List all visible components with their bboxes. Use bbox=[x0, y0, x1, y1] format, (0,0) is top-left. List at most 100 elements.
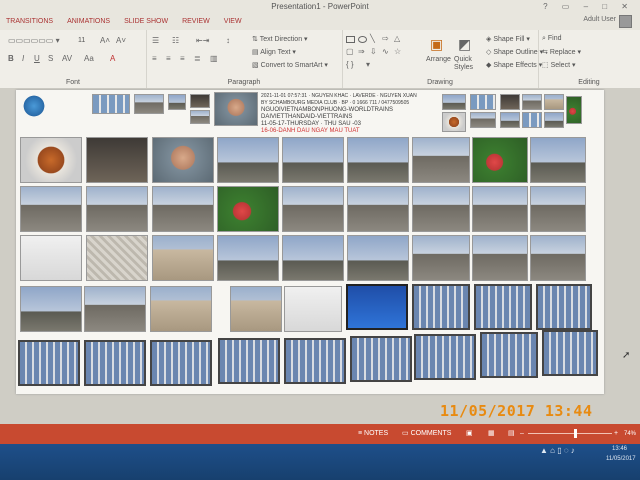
slide-sorter-icon[interactable]: ▦ bbox=[488, 424, 495, 444]
slide-image[interactable] bbox=[414, 334, 476, 380]
slide-image[interactable] bbox=[86, 137, 148, 183]
find-button[interactable]: ⌕ Find bbox=[542, 35, 562, 43]
slide-image[interactable] bbox=[217, 137, 279, 183]
font-color-icon[interactable]: A bbox=[110, 54, 115, 63]
tab-transitions[interactable]: TRANSITIONS bbox=[6, 14, 53, 30]
slide-image[interactable] bbox=[284, 286, 342, 332]
slide-image[interactable] bbox=[412, 137, 470, 183]
slide-text-box[interactable]: 2021-11-01 07:57:31 · NGUYEN KHAC · LAVE… bbox=[261, 93, 441, 135]
slide-image[interactable] bbox=[150, 286, 212, 332]
align-text-button[interactable]: ▤ Align Text ▾ bbox=[252, 48, 296, 56]
slide-image[interactable] bbox=[152, 186, 214, 232]
arrow-shape-icon[interactable]: ⇨ bbox=[382, 34, 389, 43]
slide-image[interactable] bbox=[566, 96, 582, 124]
slide-image[interactable] bbox=[284, 338, 346, 384]
slide-image[interactable] bbox=[500, 94, 520, 110]
align-left-icon[interactable]: ≡ bbox=[152, 54, 157, 63]
slide-image[interactable] bbox=[84, 286, 146, 332]
slide-image[interactable] bbox=[480, 332, 538, 378]
down-arrow-shape-icon[interactable]: ⇩ bbox=[370, 47, 377, 56]
strikethrough-icon[interactable]: S bbox=[48, 54, 53, 63]
slide-image[interactable] bbox=[412, 186, 470, 232]
slide-image[interactable] bbox=[530, 235, 586, 281]
indent-icon[interactable]: ⇤⇥ bbox=[196, 36, 209, 45]
rounded-rect-shape-icon[interactable]: ▢ bbox=[346, 47, 354, 56]
bold-icon[interactable]: B bbox=[8, 54, 14, 63]
tab-slide-show[interactable]: SLIDE SHOW bbox=[124, 14, 168, 30]
reading-view-icon[interactable]: ▤ bbox=[508, 424, 515, 444]
slide-image[interactable] bbox=[84, 340, 146, 386]
zoom-slider[interactable] bbox=[528, 433, 612, 434]
star-shape-icon[interactable]: ☆ bbox=[394, 47, 401, 56]
slide-image[interactable] bbox=[282, 235, 344, 281]
slide-image[interactable] bbox=[86, 235, 148, 281]
slide-image[interactable] bbox=[168, 94, 186, 110]
slide-image[interactable] bbox=[474, 284, 532, 330]
window-controls[interactable]: ? ▭ – □ ✕ bbox=[543, 0, 634, 14]
notes-button[interactable]: ≡ NOTES bbox=[358, 424, 388, 444]
triangle-shape-icon[interactable]: △ bbox=[394, 34, 400, 43]
slide-image[interactable] bbox=[20, 286, 82, 332]
tab-review[interactable]: REVIEW bbox=[182, 14, 210, 30]
slide-image[interactable] bbox=[230, 286, 282, 332]
bracket-shape-icon[interactable]: { } bbox=[346, 60, 354, 69]
slide-image[interactable] bbox=[20, 186, 82, 232]
slide-image[interactable] bbox=[217, 186, 279, 232]
zoom-slider-handle[interactable] bbox=[574, 429, 577, 438]
font-size-field[interactable]: 11 bbox=[78, 37, 85, 44]
slide-image[interactable] bbox=[18, 340, 80, 386]
select-button[interactable]: ⬚ Select ▾ bbox=[542, 61, 576, 69]
bullets-icon[interactable]: ☰ bbox=[152, 36, 159, 45]
align-right-icon[interactable]: ≡ bbox=[180, 54, 185, 63]
slide-image[interactable] bbox=[282, 137, 344, 183]
right-arrow-shape-icon[interactable]: ⇒ bbox=[358, 47, 365, 56]
comments-button[interactable]: ▭ COMMENTS bbox=[402, 424, 451, 444]
globe-image[interactable] bbox=[22, 94, 46, 118]
slide-image[interactable] bbox=[152, 137, 214, 183]
slide-image[interactable] bbox=[412, 284, 470, 330]
tray-icons[interactable]: ▲ ⌂ ▯ ◌ ♪ bbox=[540, 446, 575, 455]
font-name-dropdown[interactable]: ▭▭▭▭▭▭ ▾ bbox=[8, 36, 60, 45]
slide-image[interactable] bbox=[472, 235, 528, 281]
rectangle-shape-icon[interactable] bbox=[346, 36, 355, 43]
zoom-level[interactable]: 74% bbox=[624, 424, 636, 444]
portrait-image[interactable] bbox=[214, 92, 258, 126]
slide-image[interactable] bbox=[190, 110, 210, 124]
slide-image[interactable] bbox=[542, 330, 598, 376]
text-direction-button[interactable]: ⇅ Text Direction ▾ bbox=[252, 35, 308, 43]
slide-image[interactable] bbox=[472, 137, 528, 183]
underline-icon[interactable]: U bbox=[34, 54, 40, 63]
windows-desktop-image[interactable] bbox=[346, 284, 408, 330]
arrange-button[interactable]: Arrange bbox=[426, 56, 451, 63]
clock-date[interactable]: 11/05/2017 bbox=[606, 456, 636, 462]
slide-image[interactable] bbox=[536, 284, 592, 330]
slide-image[interactable] bbox=[190, 94, 210, 108]
zoom-out-icon[interactable]: – bbox=[520, 424, 524, 444]
change-case-icon[interactable]: Aa bbox=[84, 54, 94, 63]
slide-image[interactable] bbox=[500, 112, 520, 128]
clock-time[interactable]: 13:46 bbox=[612, 446, 627, 452]
char-spacing-icon[interactable]: AV bbox=[62, 54, 72, 63]
slide-image[interactable] bbox=[218, 338, 280, 384]
grow-font-icon[interactable]: A˄ bbox=[100, 36, 110, 45]
slide-image[interactable] bbox=[442, 94, 466, 110]
slide-image[interactable] bbox=[472, 186, 528, 232]
shape-fill-button[interactable]: ◈ Shape Fill ▾ bbox=[486, 35, 530, 43]
numbering-icon[interactable]: ☷ bbox=[172, 36, 179, 45]
slide-image[interactable] bbox=[92, 94, 130, 114]
user-name[interactable]: Adult User bbox=[583, 16, 616, 23]
avatar[interactable] bbox=[619, 15, 632, 28]
convert-smartart-button[interactable]: ▧ Convert to SmartArt ▾ bbox=[252, 61, 328, 69]
replace-button[interactable]: ⇆ Replace ▾ bbox=[542, 48, 581, 56]
oval-shape-icon[interactable] bbox=[358, 36, 367, 43]
slide-image[interactable] bbox=[470, 94, 496, 110]
more-shapes-icon[interactable]: ▾ bbox=[366, 60, 370, 69]
shrink-font-icon[interactable]: A˅ bbox=[116, 36, 126, 45]
tab-animations[interactable]: ANIMATIONS bbox=[67, 14, 110, 30]
slide-image[interactable] bbox=[282, 186, 344, 232]
slide-image[interactable] bbox=[530, 186, 586, 232]
slide-image[interactable] bbox=[150, 340, 212, 386]
slide-image[interactable] bbox=[20, 137, 82, 183]
slide-image[interactable] bbox=[530, 137, 586, 183]
shape-outline-button[interactable]: ◇ Shape Outline ▾ bbox=[486, 48, 543, 56]
